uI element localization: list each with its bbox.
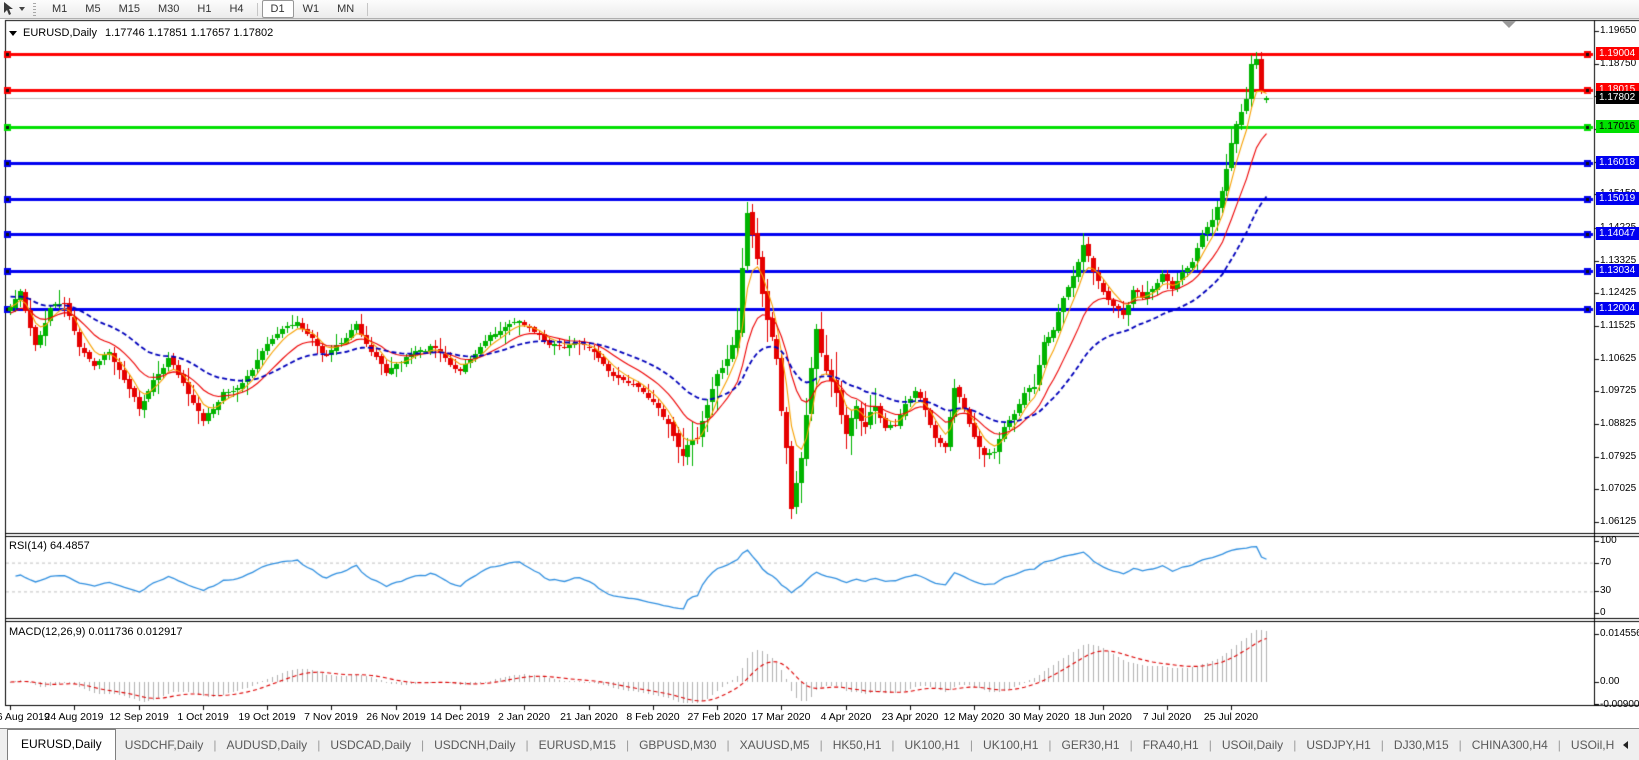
- tab-usoil-daily[interactable]: USOil,Daily: [1213, 733, 1292, 757]
- date-axis-label: 7 Nov 2019: [304, 711, 358, 723]
- macd-scale-label: 0.00: [1600, 676, 1620, 687]
- price-badge: 1.13034: [1596, 264, 1639, 277]
- price-tick-label: 1.06125: [1600, 516, 1637, 527]
- price-tick-label: 1.10625: [1600, 352, 1637, 364]
- ohlc-values: 1.17746 1.17851 1.17657 1.17802: [104, 27, 274, 39]
- tab-scroll-arrows: [1623, 740, 1639, 749]
- date-axis-label: 27 Feb 2020: [687, 711, 747, 723]
- date-axis-label: 19 Oct 2019: [238, 711, 296, 723]
- tab-china300-h4[interactable]: CHINA300,H4: [1463, 733, 1557, 757]
- date-axis-label: 26 Nov 2019: [366, 711, 426, 723]
- timeframe-toolbar: M1 M5 M15 M30 H1 H4 D1 W1 MN: [0, 0, 1639, 19]
- date-axis-label: 12 Sep 2019: [109, 711, 169, 723]
- rsi-scale-label: 100: [1600, 535, 1617, 546]
- date-axis-label: 12 May 2020: [943, 711, 1005, 723]
- symbol-period-label: EURUSD,Daily: [23, 27, 97, 39]
- price-badge: 1.17802: [1596, 91, 1639, 104]
- chart-title: EURUSD,Daily 1.17746 1.17851 1.17657 1.17…: [9, 27, 273, 39]
- tab-usoil-h[interactable]: USOil,H: [1562, 733, 1623, 757]
- date-axis-label: 1 Oct 2019: [177, 711, 229, 723]
- rsi-scale-label: 0: [1600, 607, 1606, 618]
- date-axis-label: 25 Jul 2020: [1203, 711, 1259, 723]
- timeframe-button-d1[interactable]: D1: [261, 0, 294, 18]
- tab-eurusd-daily[interactable]: EURUSD,Daily: [7, 728, 116, 760]
- tab-usdchf-daily[interactable]: USDCHF,Daily: [116, 733, 213, 757]
- chart-shift-marker-icon[interactable]: [1502, 21, 1516, 28]
- price-badge: 1.17016: [1596, 120, 1639, 133]
- tab-usdjpy-h1[interactable]: USDJPY,H1: [1297, 733, 1379, 757]
- price-badge: 1.19004: [1596, 47, 1639, 60]
- price-badge: 1.16018: [1596, 156, 1639, 169]
- date-axis-label: 6 Aug 2019: [0, 711, 50, 723]
- tab-gbpusd-m30[interactable]: GBPUSD,M30: [630, 733, 725, 757]
- date-axis-label: 8 Feb 2020: [626, 711, 680, 723]
- tool-dropdown-caret-icon[interactable]: [19, 7, 25, 11]
- tab-fra40-h1[interactable]: FRA40,H1: [1134, 733, 1208, 757]
- price-tick-label: 1.19650: [1600, 25, 1637, 36]
- symbol-dropdown-icon[interactable]: [9, 31, 17, 36]
- toolbar-grip[interactable]: [33, 2, 36, 16]
- tab-xauusd-m5[interactable]: XAUUSD,M5: [731, 733, 819, 757]
- rsi-scale-label: 70: [1600, 556, 1612, 568]
- cursor-tool-icon[interactable]: [2, 2, 16, 16]
- tab-ger30-h1[interactable]: GER30,H1: [1053, 733, 1129, 757]
- price-tick-label: 1.07025: [1600, 483, 1637, 495]
- tab-scroll-left-icon[interactable]: [1623, 740, 1629, 749]
- price-tick-label: 1.12425: [1600, 287, 1637, 299]
- date-axis-label: 4 Apr 2020: [820, 711, 872, 723]
- tab-hk50-h1[interactable]: HK50,H1: [824, 733, 891, 757]
- chart-tabs: EURUSD,Daily USDCHF,Daily | AUDUSD,Daily | US…: [0, 728, 1623, 760]
- tab-uk100-h1[interactable]: UK100,H1: [974, 733, 1047, 757]
- date-axis-label: 17 Mar 2020: [751, 711, 811, 723]
- timeframe-button-mn[interactable]: MN: [328, 0, 363, 18]
- toolbar-separator: [256, 2, 258, 16]
- mt4-chart-window: M1 M5 M15 M30 H1 H4 D1 W1 MN EURUSD,Daily 1.17746…: [0, 0, 1639, 760]
- tab-audusd-daily[interactable]: AUDUSD,Daily: [218, 733, 317, 757]
- price-tick-label: 1.07925: [1600, 450, 1637, 462]
- axis-overlay: 1.196501.187501.178501.169501.160501.151…: [0, 0, 1639, 760]
- tab-usdcnh-daily[interactable]: USDCNH,Daily: [425, 733, 524, 757]
- tab-usdcad-daily[interactable]: USDCAD,Daily: [321, 733, 420, 757]
- tab-uk100-h1[interactable]: UK100,H1: [896, 733, 969, 757]
- chart-tab-bar: EURUSD,Daily USDCHF,Daily | AUDUSD,Daily | US…: [0, 728, 1639, 760]
- timeframe-button-h1[interactable]: H1: [188, 0, 220, 18]
- timeframe-button-m15[interactable]: M15: [110, 0, 149, 18]
- rsi-scale-label: 30: [1600, 585, 1612, 597]
- timeframe-button-m5[interactable]: M5: [76, 0, 109, 18]
- macd-scale-label: 0.014556: [1600, 627, 1639, 639]
- price-badge: 1.15019: [1596, 192, 1639, 205]
- timeframe-button-w1[interactable]: W1: [294, 0, 329, 18]
- date-axis-label: 2 Jan 2020: [498, 711, 550, 723]
- price-badge: 1.12004: [1596, 302, 1639, 315]
- date-axis-label: 23 Apr 2020: [881, 711, 939, 723]
- macd-scale-label: -0.009001: [1600, 699, 1639, 710]
- rsi-label: RSI(14) 64.4857: [9, 540, 90, 552]
- date-axis-label: 24 Aug 2019: [44, 711, 104, 723]
- timeframe-button-m30[interactable]: M30: [149, 0, 188, 18]
- date-axis-label: 14 Dec 2019: [430, 711, 490, 723]
- macd-label: MACD(12,26,9) 0.011736 0.012917: [9, 626, 183, 638]
- price-tick-label: 1.09725: [1600, 385, 1637, 397]
- tab-dj30-m15[interactable]: DJ30,M15: [1385, 733, 1458, 757]
- price-badge: 1.14047: [1596, 227, 1639, 240]
- date-axis-label: 7 Jul 2020: [1142, 711, 1192, 723]
- price-tick-label: 1.11525: [1600, 319, 1636, 331]
- timeframe-button-m1[interactable]: M1: [43, 0, 76, 18]
- timeframe-buttons: M1 M5 M15 M30 H1 H4 D1 W1 MN: [43, 0, 372, 18]
- date-axis-label: 30 May 2020: [1008, 711, 1070, 723]
- date-axis-label: 18 Jun 2020: [1074, 711, 1132, 723]
- toolbar-separator: [367, 2, 369, 16]
- tab-eurusd-m15[interactable]: EURUSD,M15: [530, 733, 625, 757]
- date-axis-label: 21 Jan 2020: [560, 711, 618, 723]
- timeframe-button-h4[interactable]: H4: [220, 0, 252, 18]
- price-tick-label: 1.08825: [1600, 417, 1637, 429]
